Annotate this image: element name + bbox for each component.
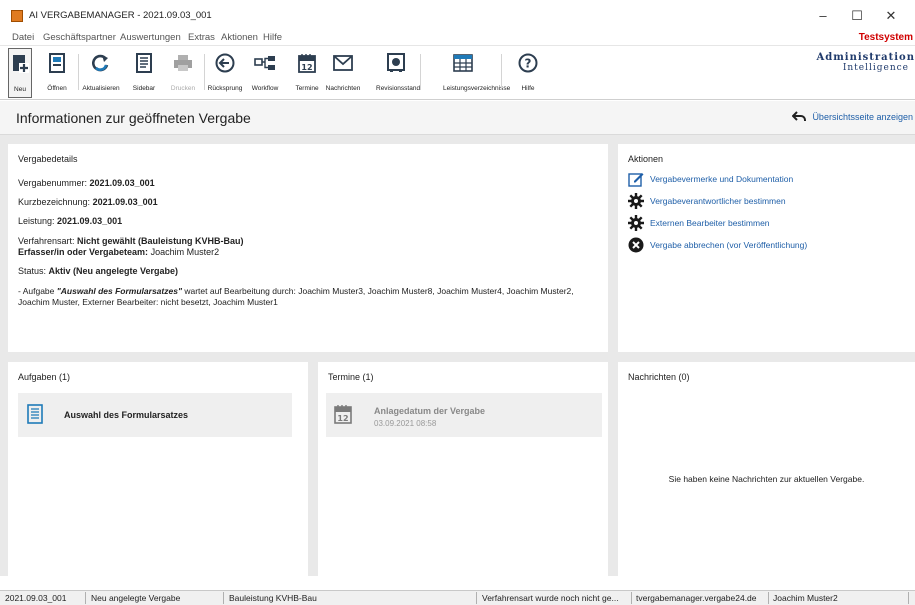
gear-icon xyxy=(628,193,644,209)
task-form-icon xyxy=(27,404,43,426)
menu-auswertungen[interactable]: Auswertungen xyxy=(120,32,181,43)
open-button[interactable]: Öffnen xyxy=(45,48,69,98)
back-arrow-icon xyxy=(214,51,236,75)
messages-button[interactable]: Nachrichten xyxy=(326,48,360,98)
cancel-icon xyxy=(628,237,644,253)
toolbar-separator xyxy=(501,54,502,90)
status-server: tvergabemanager.vergabe24.de xyxy=(636,593,757,603)
status-vergabenummer: 2021.09.03_001 xyxy=(5,593,67,603)
print-button[interactable]: Drucken xyxy=(171,48,195,98)
workflow-button[interactable]: Workflow xyxy=(252,48,278,98)
sidebar-button[interactable]: Sidebar xyxy=(132,48,156,98)
status-row: Status: Aktiv (Neu angelegte Vergabe) xyxy=(18,266,179,276)
overview-link[interactable]: Übersichtsseite anzeigen xyxy=(792,111,913,124)
refresh-icon xyxy=(90,51,112,75)
messages-panel: Nachrichten (0) Sie haben keine Nachrich… xyxy=(618,362,915,576)
return-arrow-icon xyxy=(792,111,807,124)
window-title: AI VERGABEMANAGER - 2021.09.03_001 xyxy=(29,10,212,21)
help-button[interactable]: ? Hilfe xyxy=(516,48,540,98)
status-vergabe-state: Neu angelegte Vergabe xyxy=(91,593,181,603)
empty-messages-text: Sie haben keine Nachrichten zur aktuelle… xyxy=(668,474,865,484)
status-user: Joachim Muster2 xyxy=(773,593,838,603)
title-bar: AI VERGABEMANAGER - 2021.09.03_001 – ☐ ✕ xyxy=(0,0,915,30)
tasks-title: Aufgaben (1) xyxy=(18,372,71,382)
details-panel: Vergabedetails Vergabenummer: 2021.09.03… xyxy=(8,144,608,352)
menu-extras[interactable]: Extras xyxy=(188,32,215,43)
appointments-button[interactable]: 12 Termine xyxy=(295,48,319,98)
workflow-icon xyxy=(254,51,276,75)
messages-title: Nachrichten (0) xyxy=(628,372,690,382)
toolbar-separator xyxy=(78,54,79,90)
action-responsible[interactable]: Vergabeverantwortlicher bestimmen xyxy=(628,193,786,209)
calendar-icon: 12 xyxy=(334,404,352,426)
verfahrensart-row: Verfahrensart: Nicht gewählt (Bauleistun… xyxy=(18,236,244,246)
specifications-button[interactable]: Leistungsverzeichnisse xyxy=(443,48,510,98)
status-separator xyxy=(85,592,86,604)
action-external[interactable]: Externen Bearbeiter bestimmen xyxy=(628,215,770,231)
calendar-icon: 12 xyxy=(296,51,318,75)
minimize-button[interactable]: – xyxy=(808,6,838,26)
status-separator xyxy=(908,592,909,604)
appointment-item[interactable]: 12 Anlagedatum der Vergabe 03.09.2021 08… xyxy=(326,393,602,437)
toolbar: Neu Öffnen Aktualisieren Sidebar Drucken… xyxy=(0,46,915,100)
open-icon xyxy=(46,51,68,75)
maximize-button[interactable]: ☐ xyxy=(842,6,872,26)
toolbar-separator xyxy=(420,54,421,90)
menu-aktionen[interactable]: Aktionen xyxy=(221,32,258,43)
kurzbezeichnung-row: Kurzbezeichnung: 2021.09.03_001 xyxy=(18,197,158,207)
status-verfahrensart: Verfahrensart wurde noch nicht ge... xyxy=(482,593,619,603)
menu-geschaeftspartner[interactable]: Geschäftspartner xyxy=(43,32,116,43)
action-cancel[interactable]: Vergabe abbrechen (vor Veröffentlichung) xyxy=(628,237,807,253)
page-title: Informationen zur geöffneten Vergabe xyxy=(16,110,251,126)
app-icon xyxy=(11,10,23,22)
status-separator xyxy=(631,592,632,604)
status-bar: 2021.09.03_001 Neu angelegte Vergabe Bau… xyxy=(0,590,915,605)
svg-text:12: 12 xyxy=(301,63,312,72)
main-content: Informationen zur geöffneten Vergabe Übe… xyxy=(0,101,915,576)
revision-button[interactable]: Revisionsstand xyxy=(376,48,420,98)
sidebar-icon xyxy=(133,51,155,75)
svg-text:?: ? xyxy=(525,57,532,71)
status-separator xyxy=(476,592,477,604)
help-icon: ? xyxy=(517,51,539,75)
menu-hilfe[interactable]: Hilfe xyxy=(263,32,282,43)
back-button[interactable]: Rücksprung xyxy=(208,48,242,98)
svg-text:12: 12 xyxy=(337,414,348,423)
edit-document-icon xyxy=(628,171,644,187)
actions-panel: Aktionen Vergabevermerke und Dokumentati… xyxy=(618,144,915,352)
vergabenummer-row: Vergabenummer: 2021.09.03_001 xyxy=(18,178,155,188)
safe-icon xyxy=(385,51,407,75)
environment-label: Testsystem xyxy=(858,32,913,43)
close-button[interactable]: ✕ xyxy=(876,6,906,26)
status-separator xyxy=(768,592,769,604)
new-button[interactable]: Neu xyxy=(8,48,32,98)
status-leistung: Bauleistung KVHB-Bau xyxy=(229,593,317,603)
print-icon xyxy=(172,51,194,75)
appointments-panel: Termine (1) 12 Anlagedatum der Vergabe 0… xyxy=(318,362,608,576)
mail-icon xyxy=(332,51,354,75)
appointments-title: Termine (1) xyxy=(328,372,374,382)
actions-title: Aktionen xyxy=(628,154,664,164)
erfasser-row: Erfasser/in oder Vergabeteam: Joachim Mu… xyxy=(18,247,220,257)
leistung-row: Leistung: 2021.09.03_001 xyxy=(18,216,123,226)
task-item[interactable]: Auswahl des Formularsatzes xyxy=(18,393,292,437)
menu-datei[interactable]: Datei xyxy=(12,32,34,43)
menu-bar: Datei Geschäftspartner Auswertungen Extr… xyxy=(0,30,915,46)
task-note: - Aufgabe "Auswahl des Formularsatzes" w… xyxy=(18,286,574,307)
tasks-panel: Aufgaben (1) Auswahl des Formularsatzes xyxy=(8,362,308,576)
details-title: Vergabedetails xyxy=(18,154,78,164)
spreadsheet-icon xyxy=(452,51,474,75)
page-header: Informationen zur geöffneten Vergabe Übe… xyxy=(0,101,915,135)
action-documentation[interactable]: Vergabevermerke und Dokumentation xyxy=(628,171,793,187)
status-separator xyxy=(223,592,224,604)
company-logo: Administration Intelligence xyxy=(816,52,915,73)
new-document-icon xyxy=(9,52,31,76)
refresh-button[interactable]: Aktualisieren xyxy=(82,48,120,98)
gear-icon xyxy=(628,215,644,231)
